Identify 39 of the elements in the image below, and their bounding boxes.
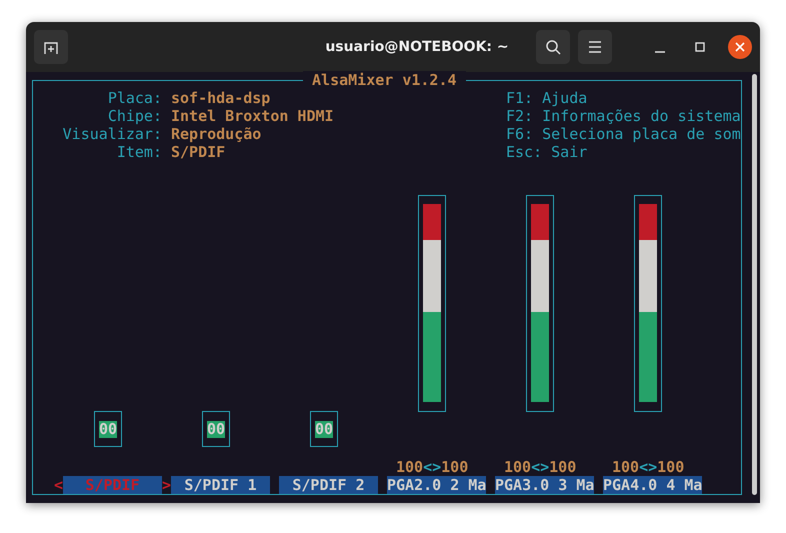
- volume-reading: 100<>100: [612, 458, 684, 476]
- info-value: Reprodução: [171, 125, 262, 143]
- key-hint: Esc: Sair: [506, 143, 588, 161]
- channel-label[interactable]: PGA2.0 2 Ma: [387, 476, 486, 494]
- volume-bar[interactable]: [634, 195, 662, 412]
- volume-reading: 100<>100: [504, 458, 576, 476]
- key-hint: F2: Informações do sistema: [506, 107, 741, 125]
- volume-reading: 100<>100: [396, 458, 468, 476]
- channel-label[interactable]: PGA4.0 4 Ma: [603, 476, 702, 494]
- volume-bar[interactable]: [418, 195, 446, 412]
- info-label: Item:: [116, 143, 162, 161]
- switch-value: 00: [314, 420, 334, 438]
- info-value: S/PDIF: [171, 143, 226, 161]
- channel-label[interactable]: PGA3.0 3 Ma: [495, 476, 594, 494]
- channel-label[interactable]: S/PDIF 1: [171, 476, 270, 494]
- close-icon: [735, 42, 745, 52]
- menu-icon: [588, 41, 602, 53]
- scrollbar[interactable]: [752, 74, 757, 495]
- maximize-icon: [694, 41, 706, 53]
- search-icon: [545, 39, 561, 55]
- minimize-icon: [655, 51, 665, 53]
- menu-button[interactable]: [578, 30, 612, 64]
- info-label: Visualizar:: [62, 125, 162, 143]
- info-label: Chipe:: [106, 107, 162, 125]
- switch-value: 00: [206, 420, 226, 438]
- selection-marker: >: [162, 476, 171, 494]
- info-value: sof-hda-dsp: [171, 89, 272, 107]
- volume-bar[interactable]: [526, 195, 554, 412]
- key-hint: F1: Ajuda: [506, 89, 588, 107]
- channel-label[interactable]: S/PDIF 2: [279, 476, 378, 494]
- info-value: Intel Broxton HDMI: [171, 107, 335, 125]
- selection-marker: <: [54, 476, 63, 494]
- search-button[interactable]: [536, 30, 570, 64]
- info-label: Placa:: [106, 89, 162, 107]
- switch-value: 00: [98, 420, 118, 438]
- window-title: usuario@NOTEBOOK: ~: [324, 39, 510, 55]
- new-tab-button[interactable]: [34, 30, 68, 64]
- key-hint: F6: Seleciona placa de som: [506, 125, 741, 143]
- close-button[interactable]: [728, 35, 752, 59]
